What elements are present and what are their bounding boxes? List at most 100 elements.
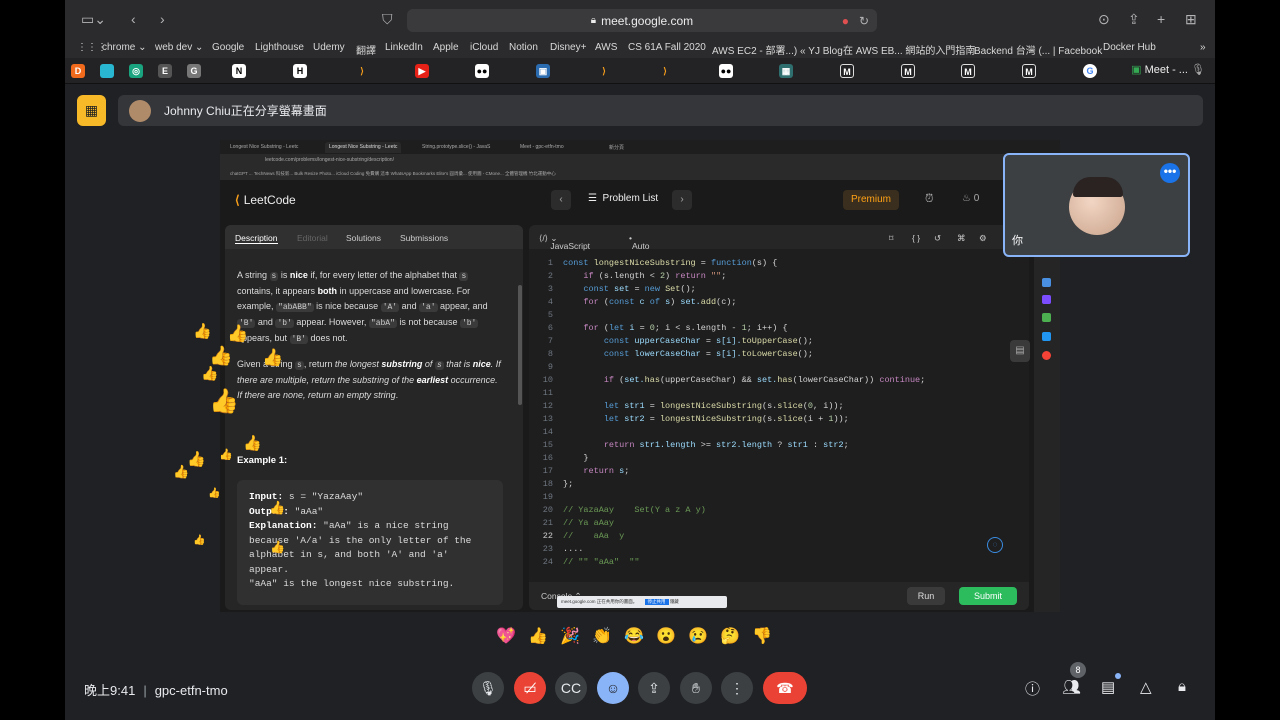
reaction-clap[interactable]: 👏 bbox=[591, 626, 613, 648]
floating-reaction: 👍 bbox=[209, 388, 239, 415]
tab-favicon[interactable]: M bbox=[1022, 64, 1036, 78]
inner-tab: Meet - gpc-etfn-tmo bbox=[520, 144, 564, 150]
tab-favicon[interactable]: N bbox=[232, 64, 246, 78]
bookmark[interactable]: Docker Hub bbox=[1103, 42, 1156, 53]
floating-reaction: 👍 bbox=[173, 464, 190, 479]
auto-mode: • Auto bbox=[629, 233, 650, 251]
bookmark[interactable]: Notion bbox=[509, 42, 538, 53]
bookmark[interactable]: Udemy bbox=[313, 42, 345, 53]
bookmark[interactable]: AWS EC2 - 部署...) « YJ Blog bbox=[712, 42, 843, 57]
chat-icon[interactable]: ▤ bbox=[1101, 678, 1115, 696]
tab-favicon[interactable]: ●● bbox=[719, 64, 733, 78]
activities-icon[interactable]: △ bbox=[1140, 678, 1152, 696]
tab-favicon[interactable]: G bbox=[187, 64, 201, 78]
self-video-hair bbox=[1073, 177, 1123, 197]
reaction-sad[interactable]: 😢 bbox=[687, 626, 709, 648]
inner-tab: String.prototype.slice() - JavaS bbox=[422, 144, 491, 150]
meeting-code: gpc-etfn-tmo bbox=[154, 683, 228, 698]
reaction-laugh[interactable]: 😂 bbox=[623, 626, 645, 648]
tab-favicon[interactable]: M bbox=[840, 64, 854, 78]
tab-favicon[interactable]: ◎ bbox=[129, 64, 143, 78]
reactions-button[interactable]: ☺ bbox=[597, 672, 629, 704]
run-button: Run bbox=[907, 587, 945, 605]
inner-tab: Longest Nice Substring - Leetc bbox=[325, 142, 402, 153]
tab-meet[interactable]: ▣ Meet - ... 🎙︎ bbox=[1131, 63, 1205, 76]
floating-reaction: 👍 bbox=[270, 540, 285, 554]
shield-icon[interactable]: ⛉ bbox=[382, 11, 393, 28]
reaction-heart[interactable]: 💖 bbox=[495, 626, 517, 648]
bookmarks-overflow-icon[interactable]: » bbox=[1200, 42, 1206, 53]
address-bar[interactable]: 🔒︎ meet.google.com ● ↻ bbox=[407, 9, 877, 32]
tab-favicon[interactable]: ●● bbox=[475, 64, 489, 78]
bookmark[interactable]: 在 AWS EB... 網站的入門指南 bbox=[843, 42, 975, 57]
tab-favicon[interactable]: G bbox=[1083, 64, 1097, 78]
bookmark[interactable]: 翻譯 bbox=[356, 42, 376, 57]
more-options-button[interactable]: ⋮ bbox=[721, 672, 753, 704]
tab-favicon[interactable]: ▣ bbox=[536, 64, 550, 78]
meeting-time: 晚上9:41 bbox=[84, 683, 136, 698]
tab-favicon[interactable]: ⟩ bbox=[597, 64, 611, 78]
floating-reaction: 👍 bbox=[187, 451, 206, 468]
leetcode-logo: ⟨ LeetCode bbox=[235, 193, 296, 207]
present-button[interactable]: ⇪ bbox=[638, 672, 670, 704]
bookmark-icon: ⌑ bbox=[889, 233, 894, 243]
code-lines: 1 const longestNiceSubstring = function(s… bbox=[542, 258, 926, 567]
reaction-party[interactable]: 🎉 bbox=[559, 626, 581, 648]
meet-favicon: ▣ bbox=[1131, 64, 1142, 76]
tab-favicon[interactable]: H bbox=[293, 64, 307, 78]
tab-favicon[interactable]: ⟩ bbox=[658, 64, 672, 78]
forward-icon[interactable]: › bbox=[160, 11, 165, 27]
bookmark[interactable]: Apple bbox=[433, 42, 459, 53]
new-tab-icon[interactable]: + bbox=[1157, 11, 1165, 27]
tab-favicon[interactable]: E bbox=[158, 64, 172, 78]
reaction-thinking[interactable]: 🤔 bbox=[719, 626, 741, 648]
more-options-icon[interactable]: ••• bbox=[1160, 163, 1180, 183]
chat-notification-dot bbox=[1115, 673, 1121, 679]
download-icon[interactable]: ⊙ bbox=[1098, 11, 1110, 28]
self-view-tile[interactable]: ••• 你 bbox=[1003, 153, 1190, 257]
bookmark[interactable]: iCloud bbox=[470, 42, 498, 53]
inner-tab: 新分頁 bbox=[609, 145, 625, 151]
language-select: ⟨/⟩ JavaScript ⌄ bbox=[539, 233, 591, 251]
reload-icon[interactable]: ↻ bbox=[859, 14, 869, 28]
bookmark[interactable]: AWS bbox=[595, 42, 617, 53]
leave-call-button[interactable]: ☎ bbox=[763, 672, 807, 704]
inner-tab: Longest Nice Substring - Leetc bbox=[230, 144, 299, 150]
bookmark[interactable]: Backend 台灣 (... | Facebook bbox=[974, 42, 1102, 57]
share-icon[interactable]: ⇪ bbox=[1128, 11, 1140, 28]
address-url: meet.google.com bbox=[601, 13, 694, 28]
tab-favicon[interactable]: M bbox=[901, 64, 915, 78]
tab-favicon[interactable]: ▦ bbox=[779, 64, 793, 78]
camera-off-button[interactable]: ▭̸ bbox=[514, 672, 546, 704]
raise-hand-button[interactable]: ✋︎ bbox=[680, 672, 712, 704]
tab-favicon[interactable]: M bbox=[961, 64, 975, 78]
presentation-icon[interactable]: ▦ bbox=[77, 95, 106, 126]
bookmark[interactable]: web dev ⌄ bbox=[155, 42, 203, 53]
bookmark[interactable]: Disney+ bbox=[550, 42, 586, 53]
people-icon[interactable]: 👥︎ bbox=[1062, 678, 1081, 696]
tab-favicon[interactable]: ▶ bbox=[415, 64, 429, 78]
screen-frame: ▭⌄ ‹ › ⛉ 🔒︎ meet.google.com ● ↻ ⊙ ⇪ + ⊞ … bbox=[65, 0, 1215, 720]
smiley-icon: ☺ bbox=[605, 680, 621, 696]
tab-favicon[interactable] bbox=[100, 64, 114, 78]
share-banner-text: Johnny Chiu正在分享螢幕畫面 bbox=[164, 104, 327, 118]
bookmark[interactable]: CS 61A Fall 2020 bbox=[628, 42, 706, 53]
info-icon[interactable]: ⓘ bbox=[1025, 678, 1040, 699]
bookmark[interactable]: Lighthouse bbox=[255, 42, 304, 53]
tab-overview-icon[interactable]: ⊞ bbox=[1185, 11, 1197, 28]
tab-favicon[interactable]: ⟩ bbox=[355, 64, 369, 78]
bookmark[interactable]: chrome ⌄ bbox=[102, 42, 147, 53]
captions-button[interactable]: CC bbox=[555, 672, 587, 704]
host-controls-icon[interactable]: 🔒︎ bbox=[1178, 678, 1186, 695]
reaction-surprised[interactable]: 😮 bbox=[655, 626, 677, 648]
bookmark[interactable]: LinkedIn bbox=[385, 42, 423, 53]
presenter-avatar bbox=[129, 99, 151, 122]
back-icon[interactable]: ‹ bbox=[131, 11, 136, 27]
tab-favicon[interactable]: D bbox=[71, 64, 85, 78]
reaction-thumbs-up[interactable]: 👍 bbox=[527, 626, 549, 648]
bookmark[interactable]: Google bbox=[212, 42, 244, 53]
mic-button[interactable]: 🎙︎ bbox=[472, 672, 504, 704]
reaction-thumbs-down[interactable]: 👎 bbox=[751, 626, 773, 648]
sidebar-toggle-icon[interactable]: ▭⌄ bbox=[81, 11, 106, 28]
hide-button: 隱藏 bbox=[669, 599, 679, 604]
